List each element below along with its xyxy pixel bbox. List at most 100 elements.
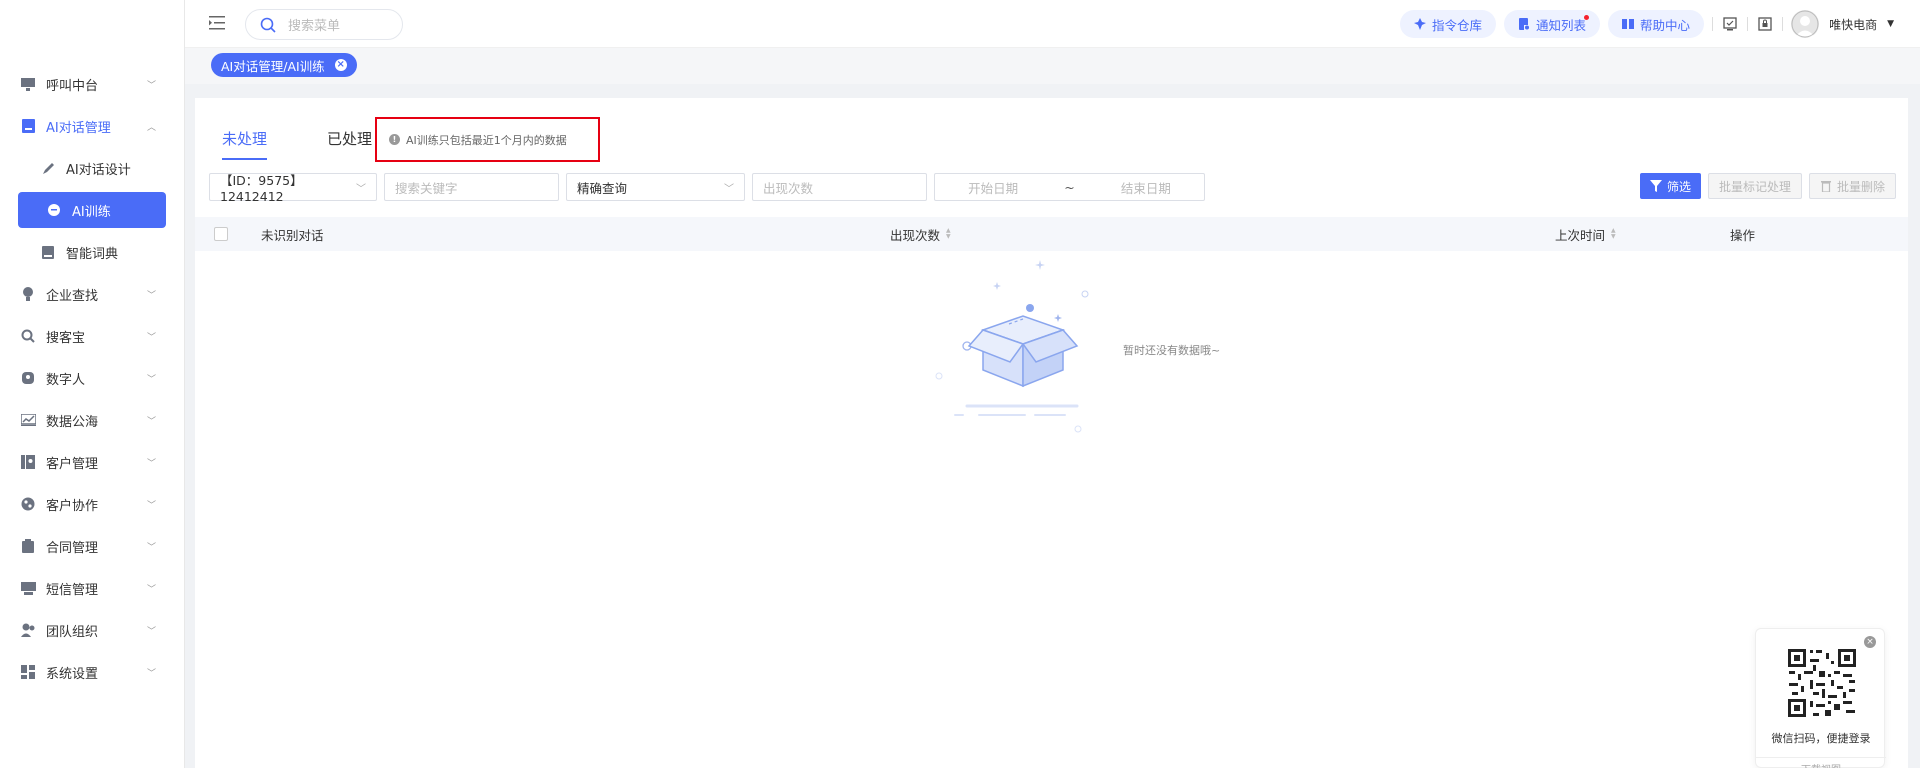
sidebar-item-data-sea[interactable]: 数据公海 ﹀ — [0, 399, 184, 441]
match-mode-value: 精确查询 — [577, 180, 628, 196]
sidebar-item-soukebao[interactable]: 搜客宝 ﹀ — [0, 315, 184, 357]
sidebar-item-label: 系统设置 — [46, 666, 99, 682]
start-date-placeholder[interactable]: 开始日期 — [968, 178, 1018, 197]
caret-down-icon[interactable]: ▼ — [1887, 19, 1894, 29]
tags-bar: AI对话管理/AI训练 × — [185, 48, 1920, 84]
chevron-down-icon: ﹀ — [146, 290, 156, 301]
divider — [1712, 17, 1714, 31]
screen-icon[interactable] — [1723, 17, 1737, 31]
sidebar-item-customer-collab[interactable]: 客户协作 ﹀ — [0, 483, 184, 525]
id-select[interactable]: 【ID：9575】12412412 ﹀ — [209, 173, 377, 204]
col-count[interactable]: 出现次数 ▲ ▼ — [890, 217, 951, 251]
sidebar-item-label: 合同管理 — [46, 540, 99, 556]
sidebar-item-label: 搜客宝 — [46, 330, 86, 346]
user-name[interactable]: 唯快电商 — [1829, 16, 1877, 33]
chevron-down-icon: ﹀ — [146, 542, 156, 553]
notification-dot — [1584, 15, 1590, 20]
sidebar-item-label: 客户协作 — [46, 498, 99, 514]
data-range-notice: ! AI训练只包括最近1个月内的数据 — [375, 117, 600, 162]
chevron-down-icon: ﹀ — [146, 374, 156, 385]
empty-state: 暂时还没有数据哦~ — [195, 258, 1908, 458]
magnifier-icon — [20, 328, 36, 344]
sidebar-item-dictionary[interactable]: 智能词典 — [0, 231, 184, 273]
bell-doc-icon — [1518, 18, 1531, 30]
search-icon — [260, 17, 276, 33]
divider — [1782, 17, 1784, 31]
chevron-down-icon: ﹀ — [146, 584, 156, 595]
sidebar-item-label: AI对话设计 — [66, 162, 131, 178]
pill-label: 帮助中心 — [1640, 17, 1691, 33]
search-placeholder: 搜索菜单 — [288, 19, 341, 34]
sidebar-item-ai-design[interactable]: AI对话设计 — [0, 147, 184, 189]
sidebar: 呼叫中台 ﹀ AI对话管理 ︿ AI对话设计 AI训练 智能词典 企业查找 ﹀ … — [0, 0, 185, 768]
filter-bar: 【ID：9575】12412412 ﹀ 搜索关键字 精确查询 ﹀ 出现次数 开始… — [209, 173, 1212, 204]
header-toolbar: 指令仓库 通知列表 帮助中心 唯快电商 ▼ — [1400, 0, 1920, 48]
sidebar-item-label: 智能词典 — [66, 246, 119, 262]
sort-icon[interactable]: ▲ ▼ — [1611, 228, 1616, 240]
tab-ai-training[interactable]: AI对话管理/AI训练 × — [211, 53, 357, 77]
end-date-placeholder[interactable]: 结束日期 — [1121, 178, 1171, 197]
lightbulb-icon — [20, 286, 36, 302]
table-actions: 筛选 批量标记处理 批量删除 — [1633, 173, 1896, 199]
chevron-down-icon: ﹀ — [356, 183, 366, 195]
chevron-down-icon: ﹀ — [146, 668, 156, 679]
sidebar-item-team-org[interactable]: 团队组织 ﹀ — [0, 609, 184, 651]
sidebar-item-customer-mgmt[interactable]: 客户管理 ﹀ — [0, 441, 184, 483]
notice-text: AI训练只包括最近1个月内的数据 — [406, 133, 567, 147]
chevron-down-icon: ﹀ — [146, 626, 156, 637]
sidebar-item-ai-dialog[interactable]: AI对话管理 ︿ — [0, 105, 184, 147]
chat-bubble-icon — [46, 202, 62, 218]
sidebar-item-label: AI训练 — [72, 204, 111, 220]
batch-mark-button[interactable]: 批量标记处理 — [1707, 173, 1802, 199]
match-mode-select[interactable]: 精确查询 ﹀ — [566, 173, 745, 201]
qr-login-widget: × 微信扫码，便捷登录 下载视图 — [1755, 628, 1886, 768]
col-last-time[interactable]: 上次时间 ▲ ▼ — [1555, 217, 1616, 251]
checkbox[interactable] — [214, 227, 228, 241]
help-center-button[interactable]: 帮助中心 — [1608, 10, 1705, 38]
tab-processed[interactable]: 已处理 — [327, 128, 372, 160]
chevron-down-icon: ﹀ — [146, 416, 156, 427]
chevron-down-icon: ﹀ — [146, 80, 156, 91]
close-icon[interactable]: × — [1864, 636, 1876, 648]
sidebar-item-system-settings[interactable]: 系统设置 ﹀ — [0, 651, 184, 693]
count-input[interactable]: 出现次数 — [752, 173, 927, 201]
empty-text: 暂时还没有数据哦~ — [1123, 344, 1221, 357]
chevron-down-icon: ﹀ — [146, 458, 156, 469]
filter-button[interactable]: 筛选 — [1639, 173, 1701, 199]
chevron-up-icon: ︿ — [146, 122, 156, 133]
col-label: 上次时间 — [1555, 227, 1606, 243]
tab-pending[interactable]: 未处理 — [222, 128, 268, 160]
sidebar-item-sms-mgmt[interactable]: 短信管理 ﹀ — [0, 567, 184, 609]
sidebar-item-label: 数字人 — [46, 372, 86, 388]
sidebar-item-company-search[interactable]: 企业查找 ﹀ — [0, 273, 184, 315]
id-select-value: 【ID：9575】12412412 — [220, 173, 303, 204]
sidebar-item-digital-human[interactable]: 数字人 ﹀ — [0, 357, 184, 399]
sidebar-menu: 呼叫中台 ﹀ AI对话管理 ︿ AI对话设计 AI训练 智能词典 企业查找 ﹀ … — [0, 63, 184, 693]
range-separator: ~ — [1064, 179, 1075, 195]
col-unrecognized: 未识别对话 — [261, 217, 324, 251]
collaboration-icon — [20, 496, 36, 512]
qr-caption: 微信扫码，便捷登录 — [1771, 732, 1871, 745]
sidebar-item-label: 企业查找 — [46, 288, 99, 304]
qr-code-image — [1786, 647, 1858, 719]
sidebar-item-call-center[interactable]: 呼叫中台 ﹀ — [0, 63, 184, 105]
tag-label: AI对话管理/AI训练 — [221, 58, 325, 74]
lock-screen-icon[interactable] — [1758, 17, 1772, 31]
instruction-repo-button[interactable]: 指令仓库 — [1400, 10, 1497, 38]
keyword-input[interactable]: 搜索关键字 — [384, 173, 559, 201]
pin-icon — [1414, 18, 1427, 30]
menu-search-input[interactable]: 搜索菜单 — [245, 9, 403, 40]
col-actions: 操作 — [1730, 217, 1755, 251]
qr-sub-link[interactable]: 下载视图 — [1756, 757, 1886, 768]
sidebar-item-contract-mgmt[interactable]: 合同管理 ﹀ — [0, 525, 184, 567]
sort-icon[interactable]: ▲ ▼ — [946, 228, 951, 240]
notification-list-button[interactable]: 通知列表 — [1504, 10, 1601, 38]
close-icon[interactable]: × — [334, 59, 347, 71]
date-range-picker[interactable]: 开始日期 ~ 结束日期 — [934, 173, 1205, 201]
batch-delete-button[interactable]: 批量删除 — [1808, 173, 1896, 199]
sidebar-item-ai-training[interactable]: AI训练 — [18, 192, 166, 228]
select-all-checkbox[interactable] — [214, 217, 228, 251]
avatar[interactable] — [1791, 10, 1820, 38]
funnel-icon — [1649, 180, 1662, 192]
menu-collapse-icon[interactable] — [209, 16, 225, 30]
